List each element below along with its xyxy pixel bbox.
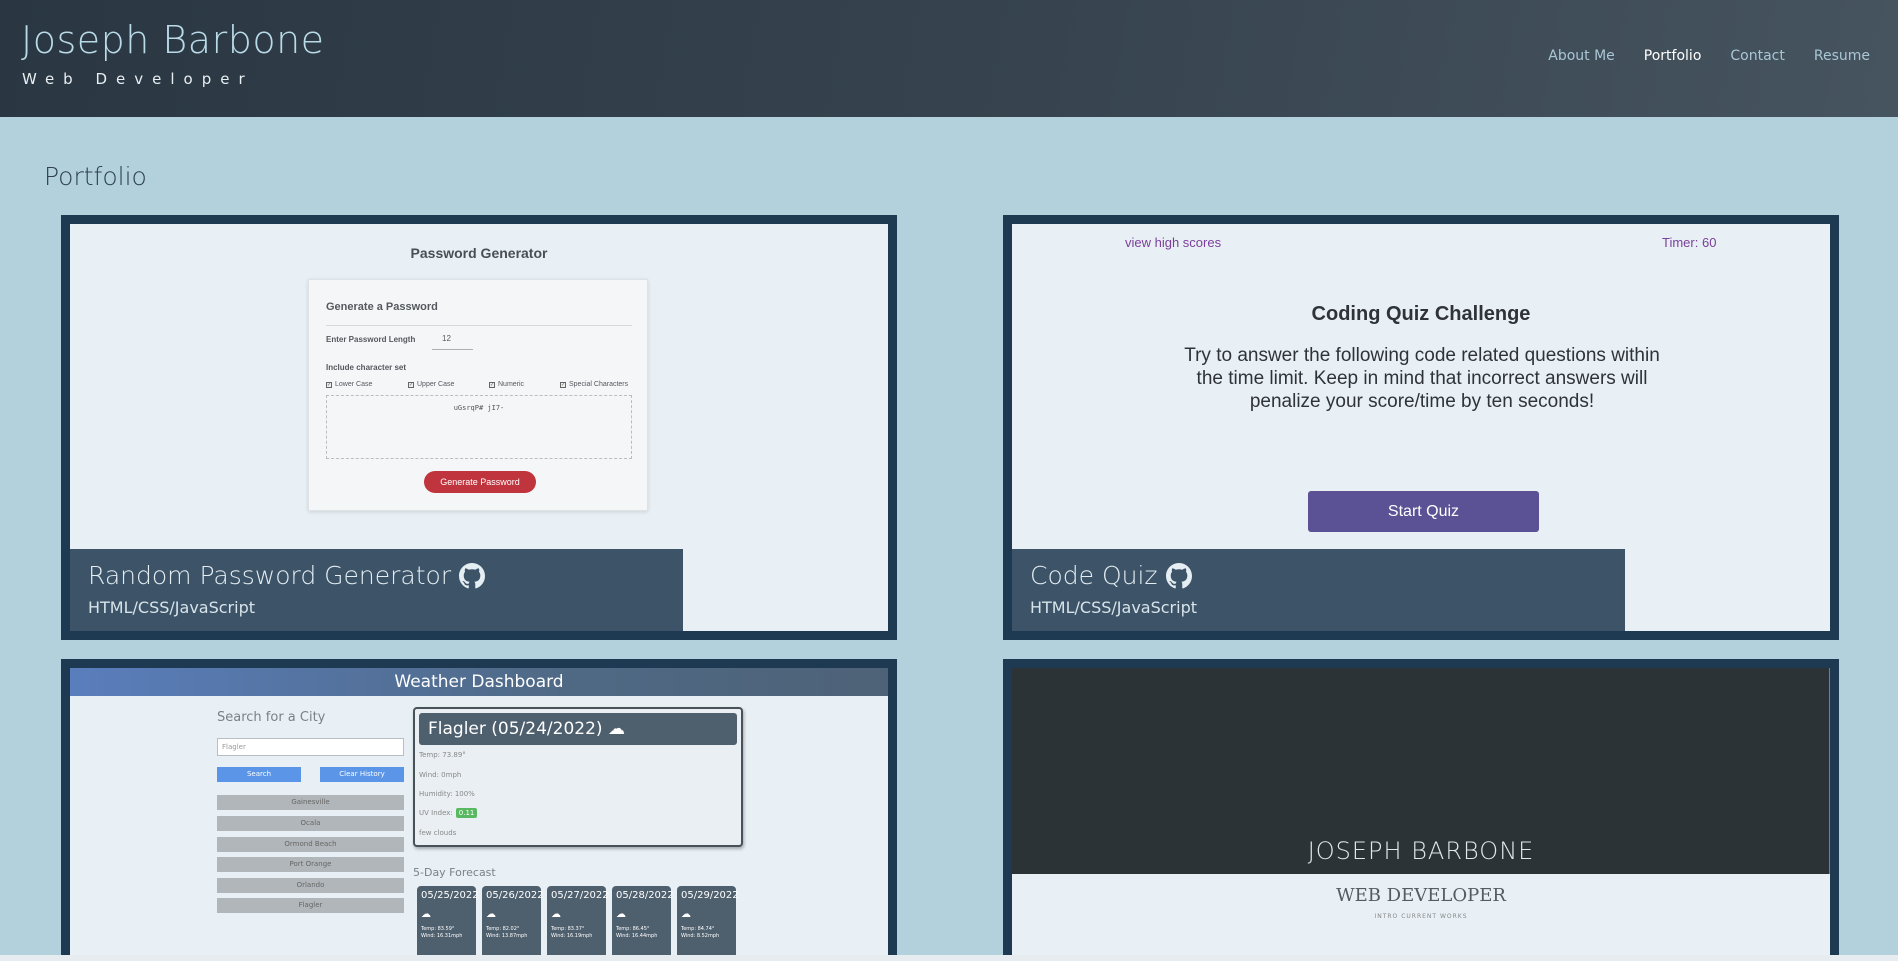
- forecast-card: 05/26/2022 ☁ Temp: 82.02° Wind: 13.87mph: [482, 886, 544, 961]
- option-upper-case: ✓ Upper Case: [408, 381, 455, 388]
- project-preview: view high scores Timer: 60 Coding Quiz C…: [1012, 224, 1830, 631]
- project-card-portfolio[interactable]: JOSEPH BARBONE WEB DEVELOPER INTRO CURRE…: [1003, 659, 1839, 961]
- site-name: Joseph Barbone: [21, 18, 325, 62]
- quiz-timer: Timer: 60: [1662, 235, 1717, 250]
- search-label: Search for a City: [217, 710, 326, 725]
- github-icon[interactable]: [459, 562, 486, 589]
- city-search-input: Flagler: [217, 738, 404, 756]
- hero-name: JOSEPH BARBONE: [1307, 837, 1535, 865]
- generator-panel: Generate a Password Enter Password Lengt…: [308, 279, 648, 511]
- password-output: uGsrqP# jI7-: [326, 395, 632, 459]
- history-item: Ocala: [217, 816, 404, 831]
- quiz-instructions: Try to answer the following code related…: [1184, 345, 1660, 412]
- nav-contact[interactable]: Contact: [1730, 48, 1784, 64]
- forecast-card: 05/25/2022 ☁ Temp: 83.59° Wind: 16.31mph: [417, 886, 479, 961]
- option-special: ✓ Special Characters: [560, 381, 629, 388]
- current-uv: UV Index: 0.11: [419, 808, 478, 818]
- clear-history-button: Clear History: [320, 767, 404, 782]
- option-numeric: ✓ Numeric: [489, 381, 525, 388]
- weather-banner: Weather Dashboard: [70, 668, 888, 696]
- project-preview: Weather Dashboard Search for a City Flag…: [70, 668, 888, 961]
- start-quiz-button: Start Quiz: [1308, 491, 1539, 532]
- forecast-card: 05/27/2022 ☁ Temp: 83.37° Wind: 16.19mph: [547, 886, 609, 961]
- current-weather-panel: Flagler (05/24/2022) ☁ Temp: 73.89° Wind…: [413, 707, 743, 847]
- main-nav: About Me Portfolio Contact Resume: [1548, 48, 1870, 64]
- length-input: 12: [432, 334, 473, 350]
- nav-portfolio[interactable]: Portfolio: [1644, 48, 1702, 64]
- length-label: Enter Password Length: [326, 335, 416, 344]
- history-item: Flagler: [217, 898, 404, 913]
- project-card-password-generator[interactable]: Password Generator Generate a Password E…: [61, 215, 897, 640]
- site-header: Joseph Barbone Web Developer About Me Po…: [0, 0, 1898, 117]
- history-item: Ormond Beach: [217, 837, 404, 852]
- cloud-icon: ☁: [616, 909, 626, 920]
- nav-resume[interactable]: Resume: [1814, 48, 1870, 64]
- project-title: Code Quiz: [1030, 561, 1158, 590]
- project-caption: Random Password Generator HTML/CSS/JavaS…: [70, 549, 683, 631]
- project-preview: JOSEPH BARBONE WEB DEVELOPER INTRO CURRE…: [1012, 668, 1830, 961]
- current-description: few clouds: [419, 829, 457, 837]
- generator-heading: Generate a Password: [326, 301, 438, 313]
- current-weather-title: Flagler (05/24/2022): [428, 719, 603, 739]
- project-title: Random Password Generator: [88, 561, 452, 590]
- generate-password-button: Generate Password: [424, 471, 536, 493]
- cloud-icon: ☁: [681, 909, 691, 920]
- project-preview: Password Generator Generate a Password E…: [70, 224, 888, 631]
- option-lower-case: ✓ Lower Case: [326, 381, 373, 388]
- divider: [326, 325, 632, 326]
- current-temp: Temp: 73.89°: [419, 751, 466, 759]
- current-humidity: Humidity: 100%: [419, 790, 475, 798]
- forecast-label: 5-Day Forecast: [413, 866, 496, 879]
- project-tech: HTML/CSS/JavaScript: [88, 598, 255, 617]
- forecast-card: 05/29/2022 ☁ Temp: 84.74° Wind: 8.52mph: [677, 886, 739, 961]
- hero-links: INTRO CURRENT WORKS: [1374, 913, 1468, 920]
- include-label: Include character set: [326, 363, 407, 372]
- project-tech: HTML/CSS/JavaScript: [1030, 598, 1197, 617]
- nav-about-me[interactable]: About Me: [1548, 48, 1615, 64]
- hero-subtitle: WEB DEVELOPER: [1336, 885, 1506, 906]
- cloud-icon: ☁: [486, 909, 496, 920]
- history-item: Orlando: [217, 878, 404, 893]
- project-card-code-quiz[interactable]: view high scores Timer: 60 Coding Quiz C…: [1003, 215, 1839, 640]
- site-subtitle: Web Developer: [22, 70, 254, 88]
- github-icon[interactable]: [1165, 562, 1192, 589]
- page-bottom-edge: [0, 955, 1898, 961]
- project-card-weather-dashboard[interactable]: Weather Dashboard Search for a City Flag…: [61, 659, 897, 961]
- uv-badge: 0.11: [455, 808, 478, 818]
- forecast-card: 05/28/2022 ☁ Temp: 86.45° Wind: 16.44mph: [612, 886, 674, 961]
- search-button: Search: [217, 767, 301, 782]
- history-item: Gainesville: [217, 795, 404, 810]
- cloud-icon: ☁: [551, 909, 561, 920]
- cloud-icon: ☁: [607, 719, 625, 739]
- high-scores-link: view high scores: [1125, 235, 1222, 250]
- portfolio-heading: Portfolio: [44, 162, 147, 191]
- quiz-title: Coding Quiz Challenge: [1311, 303, 1531, 325]
- cloud-icon: ☁: [421, 909, 431, 920]
- history-item: Port Orange: [217, 857, 404, 872]
- project-caption: Code Quiz HTML/CSS/JavaScript: [1012, 549, 1625, 631]
- preview-title: Password Generator: [410, 245, 548, 261]
- current-wind: Wind: 0mph: [419, 771, 462, 779]
